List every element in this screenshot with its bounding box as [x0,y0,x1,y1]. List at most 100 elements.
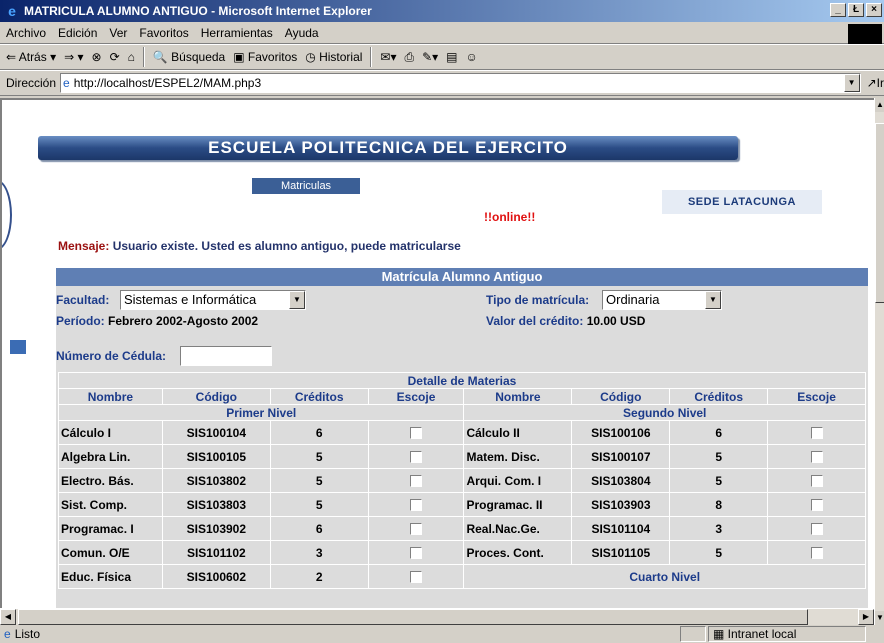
favorites-button[interactable]: ▣ Favoritos [233,50,297,64]
choose-checkbox[interactable] [410,427,423,440]
facultad-value: Sistemas e Informática [124,292,257,307]
course-credits: 5 [269,492,369,517]
table-row: Sist. Comp. SIS103803 5 Programac. II SI… [58,492,866,517]
choose-cell [367,420,465,445]
edit-icon[interactable]: ✎▾ [422,50,438,64]
window-title: MATRICULA ALUMNO ANTIGUO - Microsoft Int… [24,4,372,18]
course-code: SIS103804 [571,468,671,493]
form-title: Matrícula Alumno Antiguo [56,268,868,286]
table-row: Comun. O/E SIS101102 3 Proces. Cont. SIS… [58,540,866,565]
level-header-segundo: Segundo Nivel [463,404,866,421]
address-dropdown-icon[interactable]: ▼ [843,74,860,92]
detail-title: Detalle de Materias [58,372,866,389]
course-name: Proces. Cont. [463,540,573,565]
address-input[interactable]: e http://localhost/ESPEL2/MAM.php3 ▼ [60,73,861,93]
table-row: Programac. I SIS103902 6 Real.Nac.Ge. SI… [58,516,866,541]
status-page-icon: e [4,627,11,641]
choose-checkbox[interactable] [410,571,423,584]
choose-checkbox[interactable] [810,499,823,512]
table-row: Algebra Lin. SIS100105 5 Matem. Disc. SI… [58,444,866,469]
menu-ver[interactable]: Ver [109,26,127,40]
choose-checkbox[interactable] [810,451,823,464]
vertical-scroll-thumb[interactable] [875,123,884,303]
print-icon[interactable]: ⎙ [404,50,414,65]
choose-checkbox[interactable] [410,451,423,464]
choose-checkbox[interactable] [410,523,423,536]
scroll-left-icon[interactable]: ◀ [0,609,16,625]
minimize-button[interactable]: _ [830,3,846,17]
vertical-scrollbar[interactable]: ▲ ▼ [874,98,884,625]
go-button[interactable]: ↗Ir [867,76,884,90]
choose-checkbox[interactable] [410,499,423,512]
level-header-primero: Primer Nivel [57,404,465,421]
course-name: Real.Nac.Ge. [463,516,573,541]
course-name: Educ. Física [58,564,163,589]
mail-icon[interactable]: ✉▾ [380,50,396,64]
refresh-icon[interactable]: ⟳ [110,50,120,64]
cedula-input[interactable] [180,346,272,366]
table-row: Educ. Física SIS100602 2 Cuarto Nivel [58,564,866,589]
enrollment-form: Matrícula Alumno Antiguo Facultad: Siste… [56,268,868,608]
menu-bar: Archivo Edición Ver Favoritos Herramient… [0,22,884,44]
stop-icon[interactable]: ⊗ [92,50,102,64]
choose-checkbox[interactable] [810,475,823,488]
course-code: SIS100104 [161,420,271,445]
messenger-icon[interactable]: ☺ [466,50,478,64]
valor-field: Valor del crédito: 10.00 USD [486,314,645,328]
horizontal-scrollbar[interactable]: ◀ ▶ [0,608,874,625]
col-header: Código [571,388,671,405]
page-content: ESCUELA POLITECNICA DEL EJERCITO Matricu… [0,98,874,608]
scroll-down-icon[interactable]: ▼ [875,611,884,625]
message-label: Mensaje: [58,239,110,253]
col-header: Escoje [767,388,866,405]
choose-cell [767,516,866,541]
choose-checkbox[interactable] [410,475,423,488]
tipo-value: Ordinaria [606,292,660,307]
discuss-icon[interactable]: ▤ [446,50,457,64]
tipo-select[interactable]: Ordinaria ▼ [602,290,722,310]
status-panel [680,626,706,642]
message-text: Usuario existe. Usted es alumno antiguo,… [109,239,461,253]
col-header: Código [161,388,271,405]
col-header: Escoje [367,388,465,405]
choose-cell [767,444,866,469]
close-button[interactable]: × [866,3,882,17]
status-message: Mensaje: Usuario existe. Usted es alumno… [58,239,461,253]
choose-checkbox[interactable] [810,547,823,560]
zone-panel: ▦ Intranet local [708,626,866,642]
history-button[interactable]: ◷ Historial [305,50,362,64]
course-name: Programac. I [58,516,163,541]
home-icon[interactable]: ⌂ [128,50,135,64]
col-header: Nombre [58,388,163,405]
matriculas-button[interactable]: Matriculas [252,178,360,194]
course-name: Cálculo I [58,420,163,445]
forward-button[interactable]: ⇒ ▾ [64,50,83,64]
menu-edicion[interactable]: Edición [58,26,97,40]
chevron-down-icon: ▼ [705,291,721,309]
toolbar-separator [142,47,145,67]
search-button[interactable]: 🔍 Búsqueda [153,50,225,64]
choose-checkbox[interactable] [810,427,823,440]
periodo-field: Período: Febrero 2002-Agosto 2002 [56,314,258,328]
menu-herramientas[interactable]: Herramientas [201,26,273,40]
periodo-value: Febrero 2002-Agosto 2002 [104,314,259,328]
maximize-button[interactable]: Ł [848,3,864,17]
status-bar: e Listo ▦ Intranet local [0,625,884,643]
cedula-label: Número de Cédula: [56,349,167,363]
course-credits: 5 [669,468,769,493]
back-button[interactable]: ⇐ Atrás ▾ [6,50,56,64]
menu-ayuda[interactable]: Ayuda [285,26,319,40]
facultad-select[interactable]: Sistemas e Informática ▼ [120,290,306,310]
choose-checkbox[interactable] [410,547,423,560]
choose-checkbox[interactable] [810,523,823,536]
decorative-box [10,340,26,354]
menu-favoritos[interactable]: Favoritos [139,26,188,40]
course-name: Comun. O/E [58,540,163,565]
horizontal-scroll-thumb[interactable] [18,609,808,625]
scroll-right-icon[interactable]: ▶ [858,609,874,625]
page-banner: ESCUELA POLITECNICA DEL EJERCITO [38,136,738,160]
course-credits: 6 [669,420,769,445]
scroll-up-icon[interactable]: ▲ [875,98,884,112]
choose-cell [767,420,866,445]
menu-archivo[interactable]: Archivo [6,26,46,40]
